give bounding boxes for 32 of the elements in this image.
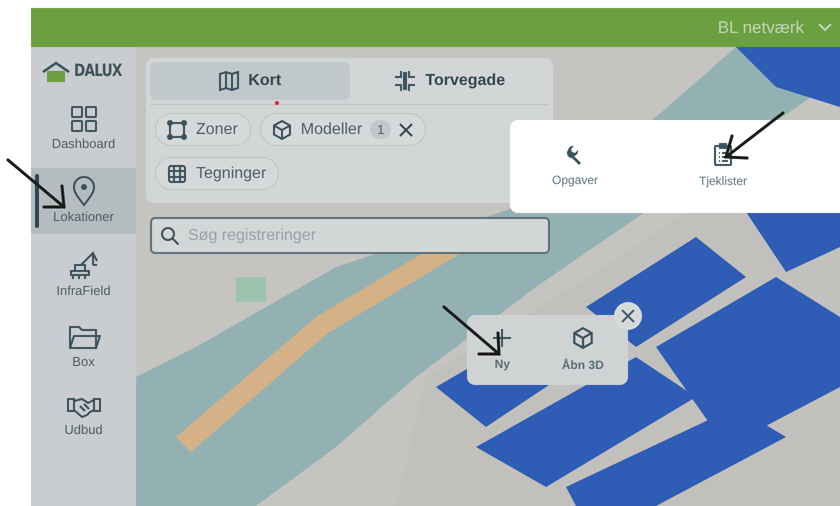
filter-chip[interactable]: Tegninger [155, 157, 280, 190]
logo-text: DALUX [74, 60, 122, 83]
square-icon [166, 118, 188, 140]
map-action-button[interactable]: Ny [485, 326, 520, 374]
filter-chip[interactable]: Zoner [155, 113, 251, 146]
map-tab[interactable]: Torvegade [350, 62, 549, 100]
sidebar-item[interactable]: Box [31, 315, 136, 378]
search-icon [160, 226, 180, 246]
map-tab[interactable]: Kort [150, 62, 350, 100]
cube-icon [570, 326, 595, 350]
sidebar-item[interactable]: Lokationer [31, 168, 136, 234]
annotation-arrow [724, 112, 784, 160]
search-field[interactable]: Søg registreringer [150, 217, 550, 254]
house-icon [41, 60, 72, 83]
plus-icon [491, 327, 514, 349]
annotation-arrow [6, 158, 66, 208]
map-action-button[interactable]: Åbn 3D [556, 325, 610, 375]
sidebar-item[interactable]: Dashboard [31, 96, 136, 160]
count-badge: 1 [370, 120, 392, 140]
menu-item[interactable]: Tjeklister [678, 142, 768, 191]
close-icon[interactable] [399, 122, 414, 136]
cube-icon [270, 118, 293, 140]
drawing-grid-icon [166, 162, 188, 184]
close-icon [621, 309, 635, 323]
sidebar-item[interactable]: Udbud [31, 386, 136, 446]
sidebar-item[interactable]: InfraField [31, 242, 136, 307]
grid-icon [68, 104, 98, 134]
menu-item[interactable]: Opgaver [530, 143, 620, 190]
compress-icon [393, 69, 418, 93]
map-icon [218, 70, 240, 92]
clipboard-icon [712, 143, 734, 167]
annotation-arrow [442, 306, 501, 356]
